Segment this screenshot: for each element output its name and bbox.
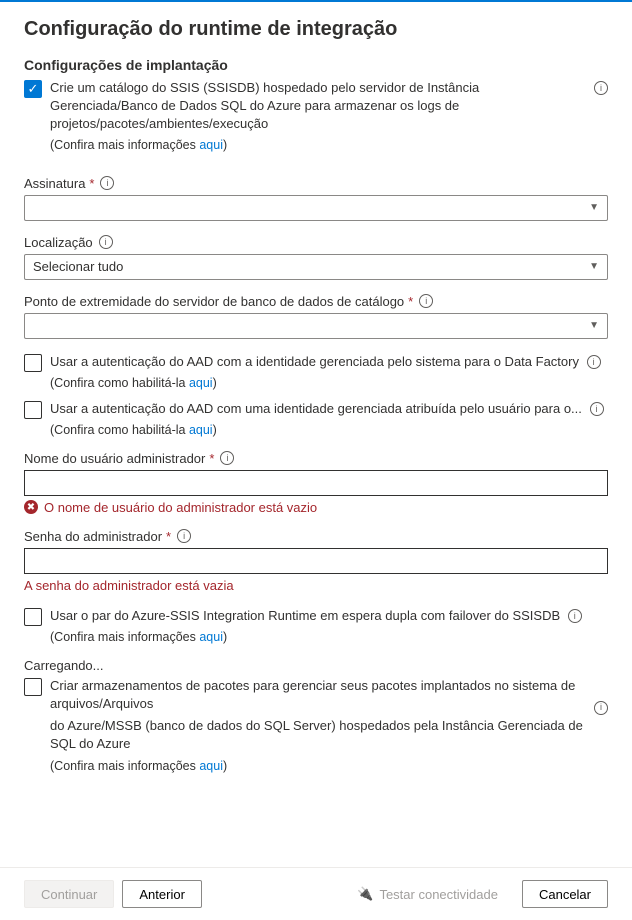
- admin-user-input[interactable]: [24, 470, 608, 496]
- admin-user-error: ✖ O nome de usuário do administrador est…: [24, 500, 608, 515]
- loading-text: Carregando...: [24, 658, 608, 673]
- create-catalog-label: Crie um catálogo do SSIS (SSISDB) hosped…: [50, 79, 586, 134]
- aad-user-help-link[interactable]: aqui: [189, 423, 213, 437]
- info-icon[interactable]: i: [99, 235, 113, 249]
- admin-user-field: Nome do usuário administrador * i ✖ O no…: [24, 451, 608, 515]
- standby-help-link[interactable]: aqui: [199, 630, 223, 644]
- standby-label: Usar o par do Azure-SSIS Integration Run…: [50, 608, 560, 623]
- admin-pass-field: Senha do administrador * i A senha do ad…: [24, 529, 608, 593]
- plug-icon: 🔌: [357, 886, 373, 902]
- admin-pass-input[interactable]: [24, 548, 608, 574]
- location-field: Localização i Selecionar tudo ▼: [24, 235, 608, 280]
- info-icon[interactable]: i: [419, 294, 433, 308]
- endpoint-select[interactable]: ▼: [24, 313, 608, 339]
- info-icon[interactable]: i: [100, 176, 114, 190]
- admin-pass-error: A senha do administrador está vazia: [24, 578, 608, 593]
- create-catalog-checkbox[interactable]: ✓: [24, 80, 42, 98]
- standby-field: Usar o par do Azure-SSIS Integration Run…: [24, 607, 608, 644]
- chevron-down-icon: ▼: [589, 261, 599, 272]
- aad-user-label: Usar a autenticação do AAD com uma ident…: [50, 401, 582, 416]
- admin-user-label: Nome do usuário administrador * i: [24, 451, 608, 466]
- aad-system-help: (Confira como habilitá-la aqui): [50, 376, 608, 390]
- location-label: Localização i: [24, 235, 608, 250]
- page-title: Configuração do runtime de integração: [24, 18, 608, 41]
- aad-user-checkbox[interactable]: [24, 401, 42, 419]
- required-asterisk: *: [89, 176, 94, 191]
- required-asterisk: *: [209, 451, 214, 466]
- package-store-help: (Confira mais informações aqui): [50, 759, 586, 773]
- location-value: Selecionar tudo: [33, 259, 123, 274]
- admin-pass-label: Senha do administrador * i: [24, 529, 608, 544]
- package-store-checkbox[interactable]: [24, 678, 42, 696]
- location-select[interactable]: Selecionar tudo ▼: [24, 254, 608, 280]
- endpoint-field: Ponto de extremidade do servidor de banc…: [24, 294, 608, 339]
- deployment-section-title: Configurações de implantação: [24, 57, 608, 73]
- chevron-down-icon: ▼: [589, 202, 599, 213]
- aad-system-help-link[interactable]: aqui: [189, 376, 213, 390]
- standby-checkbox[interactable]: [24, 608, 42, 626]
- aad-user-help: (Confira como habilitá-la aqui): [50, 423, 608, 437]
- subscription-label: Assinatura * i: [24, 176, 608, 191]
- panel-content: Configuração do runtime de integração Co…: [0, 2, 632, 867]
- info-icon[interactable]: i: [590, 402, 604, 416]
- chevron-down-icon: ▼: [589, 320, 599, 331]
- previous-button[interactable]: Anterior: [122, 880, 202, 908]
- aad-system-checkbox[interactable]: [24, 354, 42, 372]
- create-catalog-help-link[interactable]: aqui: [199, 138, 223, 152]
- info-icon[interactable]: i: [594, 701, 608, 715]
- cancel-button[interactable]: Cancelar: [522, 880, 608, 908]
- info-icon[interactable]: i: [587, 355, 601, 369]
- info-icon[interactable]: i: [594, 81, 608, 95]
- subscription-field: Assinatura * i ▼: [24, 176, 608, 221]
- test-connectivity-button[interactable]: 🔌 Testar conectividade: [341, 880, 514, 908]
- create-catalog-help: (Confira mais informações aqui): [50, 138, 586, 152]
- endpoint-label: Ponto de extremidade do servidor de banc…: [24, 294, 608, 309]
- footer: Continuar Anterior 🔌 Testar conectividad…: [0, 867, 632, 920]
- required-asterisk: *: [166, 529, 171, 544]
- aad-system-label: Usar a autenticação do AAD com a identid…: [50, 354, 579, 369]
- package-store-row: Criar armazenamentos de pacotes para ger…: [24, 677, 608, 784]
- standby-help: (Confira mais informações aqui): [50, 630, 608, 644]
- package-store-help-link[interactable]: aqui: [199, 759, 223, 773]
- aad-system-field: Usar a autenticação do AAD com a identid…: [24, 353, 608, 390]
- aad-user-field: Usar a autenticação do AAD com uma ident…: [24, 400, 608, 437]
- package-store-label: Criar armazenamentos de pacotes para ger…: [50, 677, 586, 713]
- integration-runtime-setup-panel: Configuração do runtime de integração Co…: [0, 0, 632, 920]
- package-store-label-cont: do Azure/MSSB (banco de dados do SQL Ser…: [50, 717, 586, 753]
- info-icon[interactable]: i: [177, 529, 191, 543]
- required-asterisk: *: [408, 294, 413, 309]
- subscription-select[interactable]: ▼: [24, 195, 608, 221]
- create-catalog-row: ✓ Crie um catálogo do SSIS (SSISDB) hosp…: [24, 79, 608, 162]
- info-icon[interactable]: i: [568, 609, 582, 623]
- info-icon[interactable]: i: [220, 451, 234, 465]
- error-icon: ✖: [24, 500, 38, 514]
- continue-button[interactable]: Continuar: [24, 880, 114, 908]
